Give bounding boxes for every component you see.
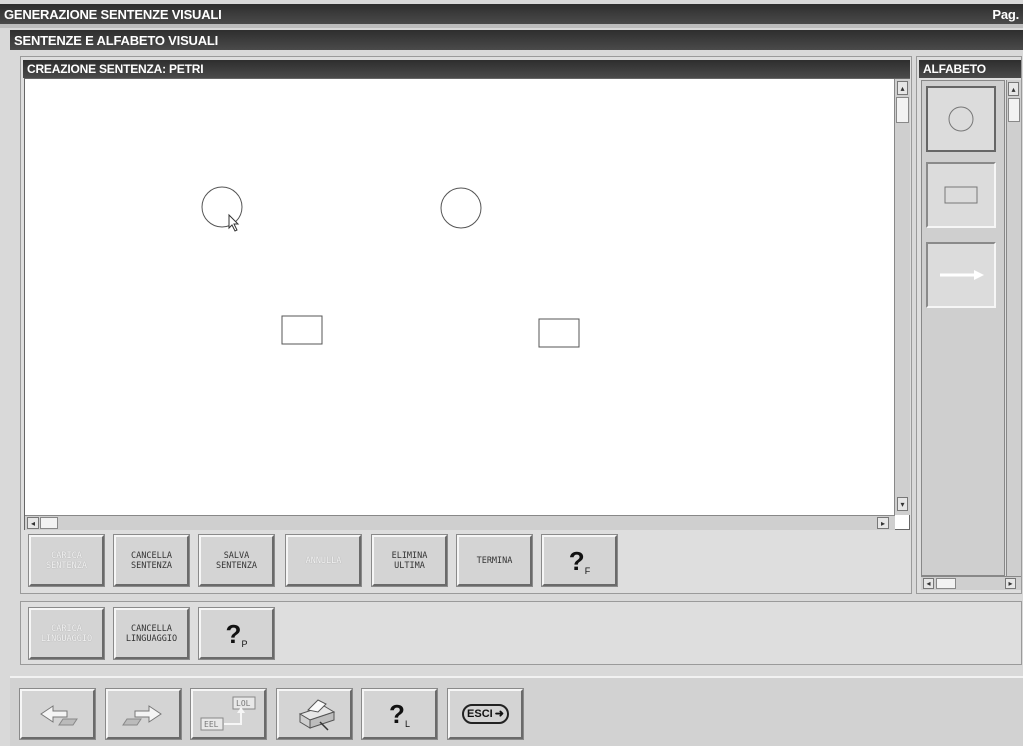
alphabet-item-circle[interactable] [926,86,996,152]
transition-rect-1[interactable] [281,315,323,345]
alphabet-horizontal-thumb[interactable] [936,578,956,589]
canvas-drawing [201,186,580,348]
undo-button[interactable]: ANNULLA [286,535,361,586]
place-circle-1[interactable] [201,186,243,228]
alphabet-title-bar: ALFABETO [919,60,1021,78]
alphabet-item-arrow[interactable] [926,242,996,308]
svg-text:EEL: EEL [204,720,219,729]
section-title-bar: SENTENZE E ALFABETO VISUALI [10,30,1023,50]
alphabet-vertical-thumb[interactable] [1008,98,1020,122]
print-button[interactable] [277,689,352,739]
editor-title: CREAZIONE SENTENZA: PETRI [27,62,204,76]
exit-button[interactable]: ESCI ➜ [448,689,523,739]
page-label: Pag. [992,6,1019,22]
alphabet-vertical-scrollbar[interactable]: ▴ [1006,80,1021,576]
exit-arrow-icon: ➜ [494,708,504,720]
exit-icon: ESCI ➜ [462,704,509,724]
lol-eel-button[interactable]: LOL EEL [191,689,266,739]
save-sentence-button[interactable]: SALVA SENTENZA [199,535,274,586]
alphabet-item-rectangle[interactable] [926,162,996,228]
help-sentence-button[interactable]: ? F [542,535,617,586]
help-main-button[interactable]: ? L [362,689,437,739]
lol-eel-icon: LOL EEL [200,696,255,731]
scroll-up-arrow-icon[interactable]: ▴ [897,81,908,95]
exit-label: ESCI [467,708,493,720]
mouse-cursor-icon [228,213,240,232]
forward-icon [121,705,162,726]
load-sentence-button[interactable]: CARICA SENTENZA [29,535,104,586]
transition-rect-2[interactable] [538,318,580,348]
alphabet-scroll-left-icon[interactable]: ◂ [923,578,934,589]
back-icon [39,705,78,726]
help-icon: ? [225,618,242,649]
separator [0,24,1023,28]
editor-title-bar: CREAZIONE SENTENZA: PETRI [23,60,910,78]
help-icon: ? [568,545,585,576]
help-sub-label: P [241,639,248,649]
svg-text:LOL: LOL [236,699,251,708]
forward-button[interactable] [106,689,181,739]
help-sub-label: F [584,566,591,576]
app-title-bar: GENERAZIONE SENTENZE VISUALI Pag. [0,4,1023,24]
rectangle-icon [944,186,978,204]
arrow-icon [940,270,984,280]
canvas-horizontal-scrollbar[interactable]: ◂ ▸ [25,515,895,530]
circle-icon [948,106,974,132]
section-title: SENTENZE E ALFABETO VISUALI [14,32,219,48]
alphabet-scroll-up-icon[interactable]: ▴ [1008,82,1019,96]
finish-button[interactable]: TERMINA [457,535,532,586]
help-icon: ? [389,699,405,729]
help-language-button[interactable]: ? P [199,608,274,659]
scroll-right-arrow-icon[interactable]: ▸ [877,517,889,529]
clear-language-button[interactable]: CANCELLA LINGUAGGIO [114,608,189,659]
vertical-scroll-thumb[interactable] [896,97,909,123]
alphabet-title: ALFABETO [923,62,986,76]
load-language-button[interactable]: CARICA LINGUAGGIO [29,608,104,659]
scroll-left-arrow-icon[interactable]: ◂ [27,517,39,529]
help-sub-label: L [404,719,410,729]
scroll-down-arrow-icon[interactable]: ▾ [897,497,908,511]
alphabet-horizontal-scrollbar[interactable]: ◂ ▸ [921,576,1021,590]
clear-sentence-button[interactable]: CANCELLA SENTENZA [114,535,189,586]
delete-last-button[interactable]: ELIMINA ULTIMA [372,535,447,586]
drawing-canvas[interactable]: ▴ ▾ ◂ ▸ [24,78,910,530]
back-button[interactable] [20,689,95,739]
alphabet-list [921,80,1005,576]
place-circle-2[interactable] [440,187,482,229]
canvas-vertical-scrollbar[interactable]: ▴ ▾ [894,79,910,515]
printer-icon [298,699,335,731]
horizontal-scroll-thumb[interactable] [40,517,58,529]
app-title: GENERAZIONE SENTENZE VISUALI [4,6,222,22]
alphabet-scroll-right-icon[interactable]: ▸ [1005,578,1016,589]
